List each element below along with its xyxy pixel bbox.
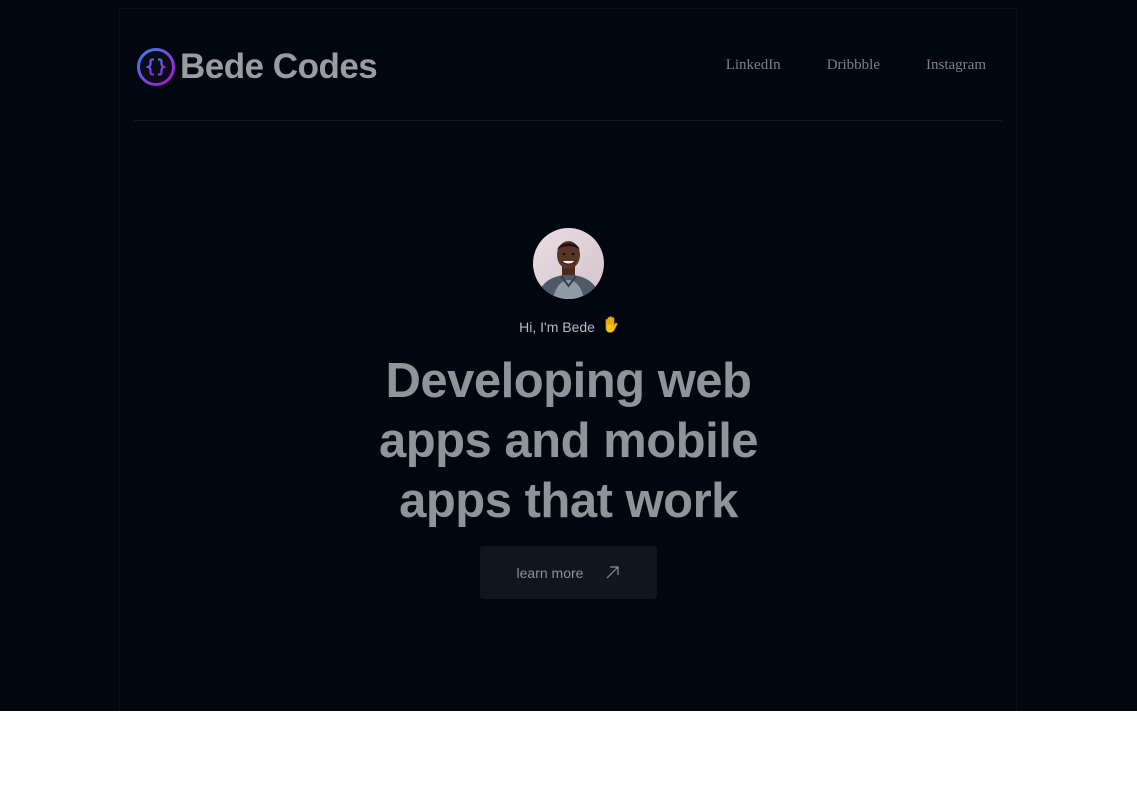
nav-link-dribbble[interactable]: Dribbble xyxy=(827,57,880,74)
greeting-text: Hi, I'm Bede xyxy=(519,319,595,335)
nav-link-linkedin[interactable]: LinkedIn xyxy=(726,57,781,74)
avatar xyxy=(533,228,604,299)
arrow-up-right-icon xyxy=(607,566,620,579)
learn-more-label: learn more xyxy=(516,564,584,581)
curly-braces-icon xyxy=(137,48,175,86)
headline-line-3: apps that work xyxy=(399,474,738,528)
greeting: Hi, I'm Bede xyxy=(0,316,1137,335)
header-divider xyxy=(134,120,1002,121)
top-nav: LinkedIn Dribbble Instagram xyxy=(726,57,986,74)
brand-name: Bede Codes xyxy=(180,47,378,86)
profile-photo xyxy=(533,228,604,299)
raised-hand-icon xyxy=(605,316,618,333)
brand-logo-link[interactable]: Bede Codes xyxy=(136,46,378,88)
learn-more-button[interactable]: learn more xyxy=(480,546,657,599)
hero-headline: Developing web apps and mobile apps that… xyxy=(0,351,1137,531)
page-viewport: Bede Codes LinkedIn Dribbble Instagram H… xyxy=(0,0,1137,711)
nav-link-instagram[interactable]: Instagram xyxy=(926,57,986,74)
headline-line-1: Developing web xyxy=(385,354,752,408)
headline-line-2: apps and mobile xyxy=(378,414,759,468)
